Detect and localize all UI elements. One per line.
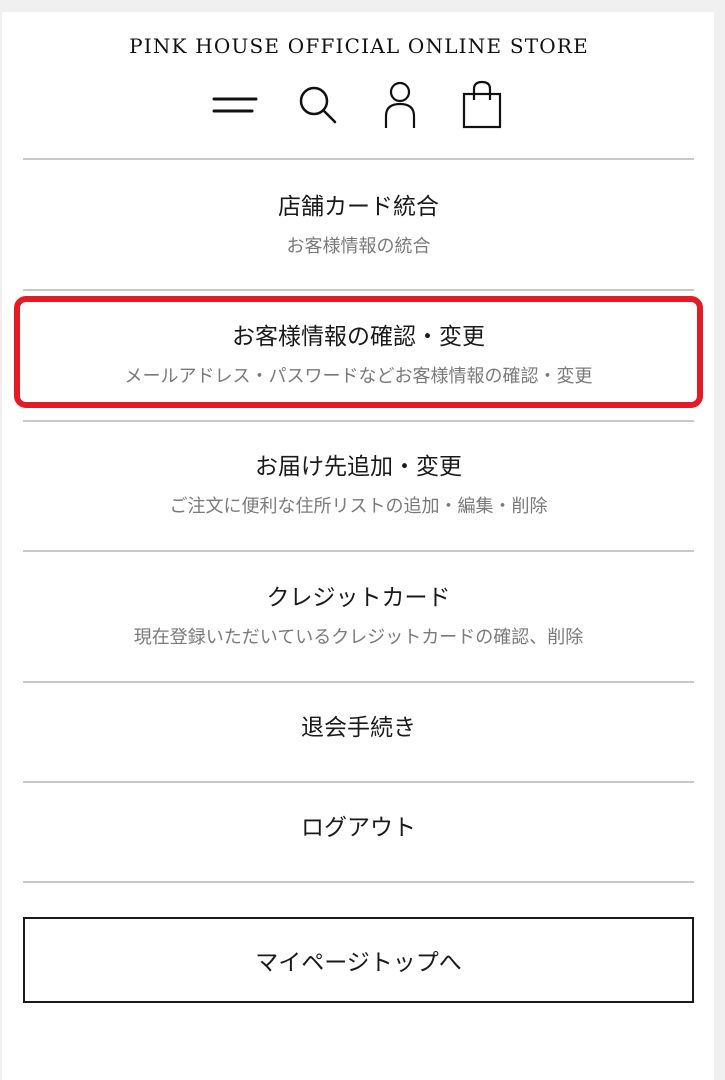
- page: PINK HOUSE OFFICIAL ONLINE STORE 店舗カード統合: [0, 0, 725, 1080]
- menu-item-subtitle: 現在登録いただいているクレジットカードの確認、削除: [133, 627, 584, 648]
- menu-item-store-card-merge[interactable]: 店舗カード統合 お客様情報の統合: [23, 192, 694, 260]
- divider: [23, 881, 694, 883]
- divider: [23, 420, 694, 422]
- menu-item-subtitle: ご注文に便利な住所リストの追加・編集・削除: [169, 496, 548, 517]
- menu-item-logout[interactable]: ログアウト: [23, 813, 694, 843]
- menu-item-credit-card[interactable]: クレジットカード 現在登録いただいているクレジットカードの確認、削除: [23, 583, 694, 651]
- divider: [23, 550, 694, 552]
- divider: [23, 158, 694, 160]
- user-icon[interactable]: [376, 80, 424, 130]
- mypage-top-button[interactable]: マイページトップへ: [23, 917, 694, 1003]
- menu-item-title: クレジットカード: [266, 585, 451, 611]
- menu-item-title: 退会手続き: [301, 715, 416, 741]
- menu-item-title: お客様情報の確認・変更: [232, 324, 485, 350]
- menu-item-customer-info[interactable]: お客様情報の確認・変更 メールアドレス・パスワードなどお客様情報の確認・変更: [23, 322, 694, 390]
- store-title[interactable]: PINK HOUSE OFFICIAL ONLINE STORE: [0, 34, 718, 58]
- search-icon[interactable]: [294, 80, 342, 130]
- menu-item-title: お届け先追加・変更: [255, 454, 462, 480]
- menu-item-title: 店舗カード統合: [278, 194, 439, 220]
- divider: [23, 289, 694, 291]
- menu-item-subtitle: メールアドレス・パスワードなどお客様情報の確認・変更: [124, 366, 593, 387]
- menu-item-title: ログアウト: [301, 815, 416, 841]
- divider: [23, 781, 694, 783]
- menu-item-subtitle: お客様情報の統合: [286, 236, 431, 257]
- menu-item-withdraw[interactable]: 退会手続き: [23, 713, 694, 743]
- divider: [23, 681, 694, 683]
- shopping-bag-icon[interactable]: [458, 80, 506, 130]
- menu-icon[interactable]: [211, 80, 259, 130]
- menu-item-delivery-address[interactable]: お届け先追加・変更 ご注文に便利な住所リストの追加・編集・削除: [23, 452, 694, 520]
